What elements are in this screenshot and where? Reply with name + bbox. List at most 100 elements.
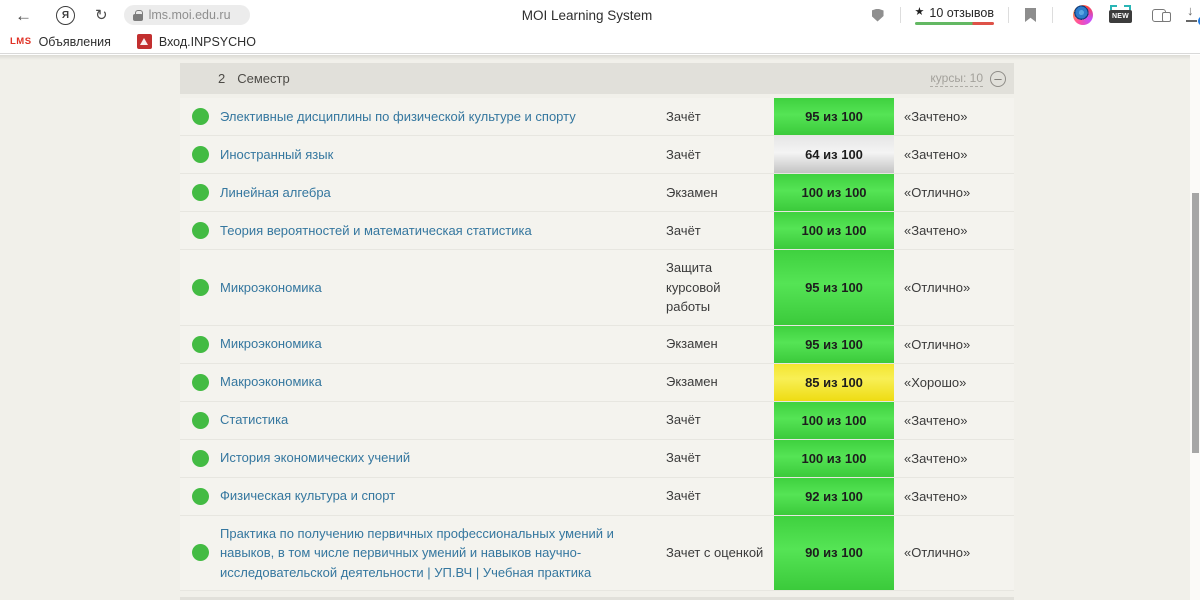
star-icon: ★ [914, 6, 925, 18]
address-bar[interactable]: lms.moi.edu.ru [123, 5, 250, 25]
status-dot-icon [191, 184, 209, 201]
subject-link[interactable]: Практика по получению первичных професси… [220, 524, 638, 583]
bookmark-item-announcements[interactable]: LMS Объявления [10, 35, 111, 49]
status-dot-icon [191, 373, 209, 391]
status-dot-icon [191, 411, 209, 429]
table-row: Линейная алгебра Экзамен 100 из 100 «Отл… [180, 174, 1014, 212]
lms-favicon: LMS [10, 36, 32, 47]
grade-text: «Отлично» [904, 185, 971, 200]
subject-cell: Макроэкономика [220, 364, 666, 401]
status-dot-icon [191, 222, 209, 239]
grade-text: «Зачтено» [904, 488, 968, 504]
exam-type: Зачёт [666, 146, 701, 162]
exam-type: Зачёт [666, 488, 701, 504]
subject-link[interactable]: Теория вероятностей и математическая ста… [220, 221, 532, 241]
yandex-logo-icon[interactable]: Я [56, 5, 75, 25]
score-badge: 100 из 100 [774, 439, 894, 477]
subject-cell: Теория вероятностей и математическая ста… [220, 212, 666, 249]
reviews-label: 10 отзывов [929, 5, 994, 20]
grade-text: «Зачтено» [904, 147, 968, 162]
status-dot-icon [191, 146, 209, 163]
status-dot-icon [191, 335, 209, 353]
subject-cell: Линейная алгебра [220, 174, 666, 211]
inpsycho-favicon [136, 34, 152, 49]
status-cell [180, 326, 220, 363]
exam-type: Экзамен [666, 184, 718, 200]
browser-toolbar: ← Я ↻ lms.moi.edu.ru MOI Learning System… [0, 0, 1200, 30]
status-cell [180, 364, 220, 401]
subject-link[interactable]: Микроэкономика [220, 334, 322, 354]
subject-cell: Иностранный язык [220, 136, 666, 173]
subject-link[interactable]: Микроэкономика [220, 278, 322, 298]
score-badge: 95 из 100 [774, 325, 894, 363]
toolbar-right-cluster: ★ 10 отзывов NEW ↓ 2 [871, 0, 1200, 30]
table-row: Физическая культура и спорт Зачёт 92 из … [180, 477, 1014, 516]
exam-type: Зачёт [666, 108, 701, 124]
url-text: lms.moi.edu.ru [148, 8, 231, 22]
table-row: Иностранный язык Зачёт 64 из 100 «Зачтен… [180, 136, 1014, 174]
collections-icon[interactable] [1152, 8, 1171, 22]
score-badge: 100 из 100 [774, 212, 894, 249]
subject-cell: Физическая культура и спорт [220, 478, 666, 515]
table-row: Микроэкономика Защита курсовой работы 95… [180, 250, 1014, 326]
collapse-semester-button[interactable]: – [990, 70, 1006, 87]
grade-text: «Хорошо» [904, 374, 967, 390]
bookmark-label: Вход.INPSYCHO [158, 34, 256, 49]
table-row: Элективные дисциплины по физической куль… [180, 98, 1014, 136]
table-row: Макроэкономика Экзамен 85 из 100 «Хорошо… [180, 363, 1014, 402]
bookmark-flag-icon[interactable] [1025, 8, 1036, 22]
download-icon: ↓ [1187, 3, 1194, 18]
bookmark-item-inpsycho-login[interactable]: Вход.INPSYCHO [136, 34, 256, 49]
toolbar-divider [899, 7, 901, 23]
subject-cell: Практика по получению первичных професси… [220, 516, 666, 591]
table-row: Статистика Зачёт 100 из 100 «Зачтено» [180, 401, 1014, 440]
status-cell [180, 478, 220, 515]
subject-link[interactable]: Физическая культура и спорт [220, 486, 395, 506]
subject-link[interactable]: Иностранный язык [220, 145, 333, 165]
grade-text: «Зачтено» [904, 109, 968, 124]
page-content: 2 Семестр курсы: 10 – Элективные дисципл… [0, 55, 1200, 600]
extension-browser-icon[interactable] [1073, 5, 1093, 25]
semester-number: 2 [218, 71, 226, 86]
toolbar-divider [1008, 7, 1009, 23]
subject-link[interactable]: Статистика [220, 410, 288, 430]
status-dot-icon [191, 449, 209, 467]
site-reviews-button[interactable]: ★ 10 отзывов [914, 5, 994, 25]
grade-text: «Отлично» [904, 279, 971, 295]
status-cell [180, 516, 220, 591]
status-dot-icon [191, 278, 209, 296]
exam-type: Защита курсовой работы [666, 260, 721, 314]
status-cell [180, 250, 220, 325]
subject-link[interactable]: История экономических учений [220, 448, 410, 468]
grades-rows: Элективные дисциплины по физической куль… [180, 98, 1014, 591]
subject-cell: Микроэкономика [220, 326, 666, 363]
subject-link[interactable]: Линейная алгебра [220, 183, 331, 203]
back-button[interactable]: ← [15, 7, 32, 24]
courses-count-link[interactable]: курсы: 10 [930, 71, 983, 87]
semester-2-header: 2 Семестр курсы: 10 – [180, 63, 1014, 94]
scrollbar-track[interactable] [1190, 55, 1200, 600]
score-badge: 64 из 100 [774, 136, 894, 173]
screenshot-new-icon[interactable]: NEW [1109, 5, 1132, 23]
scrollbar-thumb[interactable] [1192, 193, 1199, 453]
page-title: MOI Learning System [521, 7, 653, 23]
score-badge: 95 из 100 [774, 250, 894, 325]
subject-link[interactable]: Макроэкономика [220, 372, 322, 392]
grade-text: «Зачтено» [904, 412, 968, 428]
downloads-button[interactable]: ↓ 2 [1184, 3, 1200, 27]
refresh-button[interactable]: ↻ [95, 8, 108, 23]
exam-type: Зачет с оценкой [666, 545, 764, 560]
exam-type: Зачёт [666, 222, 701, 238]
toolbar-divider [1052, 7, 1053, 23]
protect-icon[interactable] [871, 8, 884, 22]
exam-type: Экзамен [666, 374, 718, 390]
bookmarks-bar: LMS Объявления Вход.INPSYCHO [0, 30, 1200, 54]
subject-link[interactable]: Элективные дисциплины по физической куль… [220, 107, 576, 127]
score-badge: 95 из 100 [774, 98, 894, 135]
status-cell [180, 440, 220, 477]
score-badge: 92 из 100 [774, 477, 894, 515]
status-cell [180, 402, 220, 439]
grade-text: «Зачтено» [904, 223, 968, 238]
status-dot-icon [191, 108, 209, 125]
score-badge: 85 из 100 [774, 363, 894, 401]
